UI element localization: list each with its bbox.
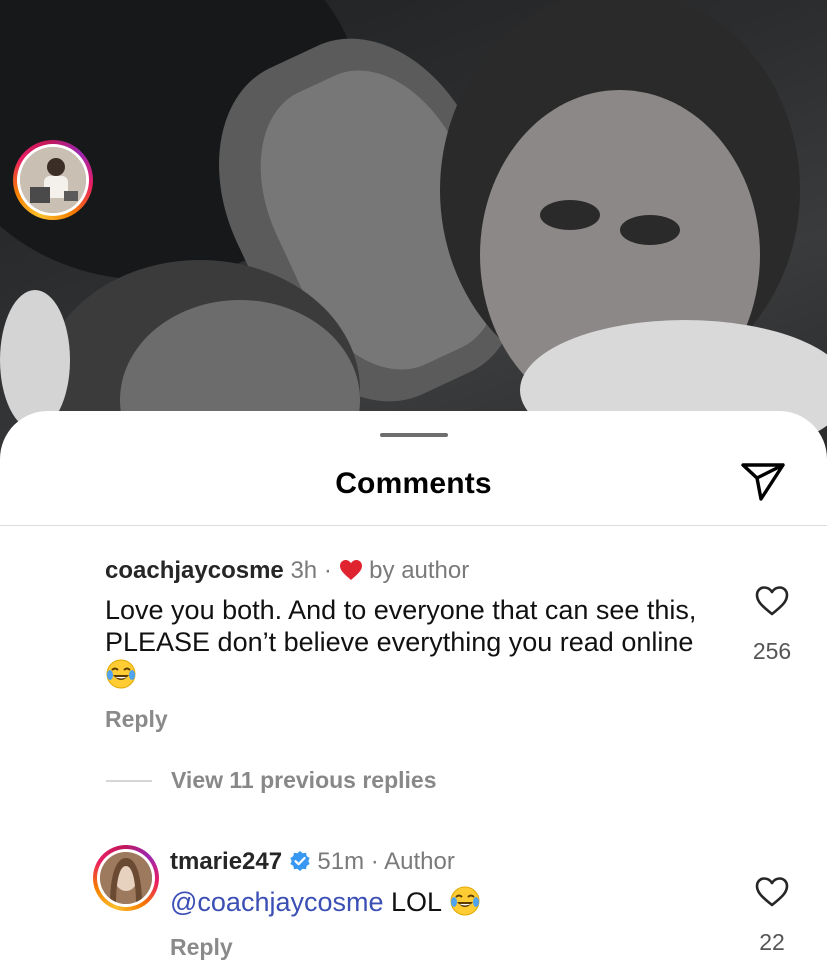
header-divider — [0, 525, 827, 526]
meta-separator: · — [370, 848, 379, 875]
like-count: 22 — [759, 929, 785, 955]
share-button[interactable] — [740, 461, 786, 503]
share-icon — [741, 463, 785, 501]
reply-text: @coachjaycosme LOL — [170, 885, 670, 918]
reply-time: 51m — [317, 848, 365, 875]
joy-emoji — [106, 659, 136, 689]
like-button[interactable] — [754, 876, 790, 908]
comment-meta: coachjaycosme 3h · by author — [105, 557, 469, 585]
joy-emoji — [450, 886, 480, 916]
comment-text: Love you both. And to everyone that can … — [105, 594, 725, 691]
drag-handle[interactable] — [380, 433, 448, 437]
meta-separator: · — [323, 557, 332, 584]
verified-badge-icon — [290, 851, 310, 871]
reply-meta: tmarie247 51m · Author — [170, 848, 455, 876]
sheet-title: Comments — [335, 467, 492, 500]
heart-outline-icon — [755, 877, 789, 907]
heart-outline-icon — [755, 586, 789, 616]
avatar-tmarie247[interactable] — [93, 845, 159, 911]
reply-username[interactable]: tmarie247 — [170, 848, 282, 875]
like-button[interactable] — [754, 585, 790, 617]
comment-body: Love you both. And to everyone that can … — [105, 595, 697, 657]
reply-body: LOL — [391, 887, 442, 917]
liked-by-author-label: by author — [369, 557, 470, 584]
reply-button[interactable]: Reply — [170, 934, 233, 961]
mention-link[interactable]: @coachjaycosme — [170, 887, 384, 917]
avatar-photo — [100, 852, 152, 904]
view-previous-replies-button[interactable]: View 11 previous replies — [171, 767, 437, 794]
comment-time: 3h — [290, 557, 318, 584]
comment-username[interactable]: coachjaycosme — [105, 557, 284, 584]
like-count: 256 — [752, 638, 792, 664]
avatar-coachjaycosme[interactable] — [13, 140, 93, 220]
replies-divider-line — [106, 780, 152, 782]
reply-button[interactable]: Reply — [105, 706, 168, 733]
post-photo — [0, 0, 827, 460]
heart-filled-icon — [339, 560, 362, 580]
avatar-photo — [20, 147, 86, 213]
author-label: Author — [384, 848, 455, 875]
